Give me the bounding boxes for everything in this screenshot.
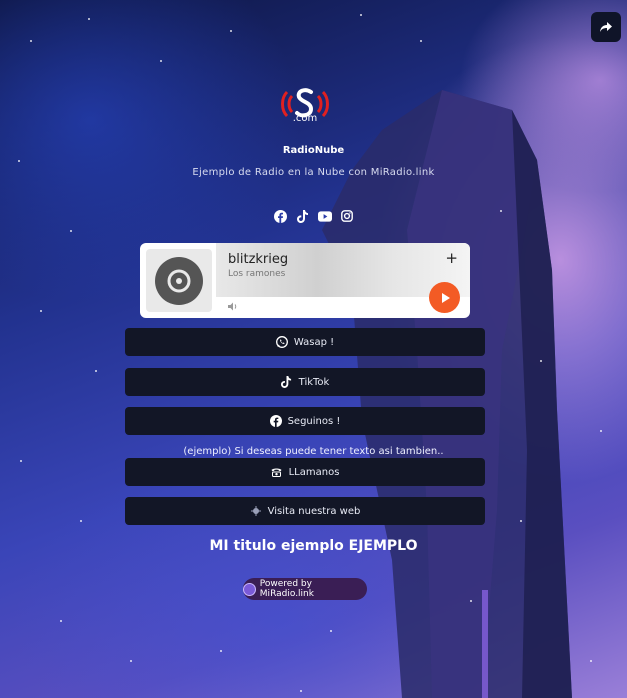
social-icons xyxy=(0,209,627,223)
station-description: Ejemplo de Radio en la Nube con MiRadio.… xyxy=(192,167,435,178)
track-title: blitzkrieg xyxy=(228,252,289,267)
link-label: TikTok xyxy=(298,376,330,388)
link-button-website[interactable]: Visita nuestra web xyxy=(125,497,485,525)
play-button[interactable] xyxy=(429,282,460,313)
youtube-icon[interactable] xyxy=(317,209,332,223)
audio-player: blitzkrieg Los ramones + xyxy=(140,243,470,318)
page-heading: MI titulo ejemplo EJEMPLO xyxy=(209,538,418,554)
instagram-icon[interactable] xyxy=(340,209,354,223)
info-note: (ejemplo) Si deseas puede tener texto as… xyxy=(183,446,444,457)
play-icon xyxy=(441,292,450,303)
globe-icon xyxy=(250,505,262,517)
powered-by-text: Powered by MiRadio.link xyxy=(259,579,314,599)
station-logo-text: .com xyxy=(292,113,318,124)
link-button-whatsapp[interactable]: Wasap ! xyxy=(125,328,485,356)
miradio-logo-icon xyxy=(243,582,256,596)
link-button-call[interactable]: LLamanos xyxy=(125,458,485,486)
track-artist: Los ramones xyxy=(228,269,286,279)
link-label: Wasap ! xyxy=(293,336,335,348)
link-button-facebook[interactable]: Seguinos ! xyxy=(125,407,485,435)
phone-icon xyxy=(271,466,283,478)
link-button-tiktok[interactable]: TikTok xyxy=(125,368,485,396)
disc-icon xyxy=(155,256,203,305)
share-button[interactable] xyxy=(591,12,621,42)
link-label: Visita nuestra web xyxy=(267,505,361,517)
tiktok-icon[interactable] xyxy=(296,209,310,223)
facebook-icon[interactable] xyxy=(274,209,288,223)
share-arrow-icon xyxy=(600,22,612,32)
link-label: LLamanos xyxy=(288,466,340,478)
volume-icon[interactable] xyxy=(228,302,239,314)
station-name: RadioNube xyxy=(282,145,345,156)
album-cover xyxy=(146,249,212,312)
powered-by-badge[interactable]: Powered by MiRadio.link xyxy=(243,578,367,600)
link-label: Seguinos ! xyxy=(287,415,341,427)
facebook-icon xyxy=(269,415,282,427)
tiktok-icon xyxy=(281,376,293,388)
add-icon[interactable]: + xyxy=(445,249,458,267)
whatsapp-icon xyxy=(275,336,288,348)
